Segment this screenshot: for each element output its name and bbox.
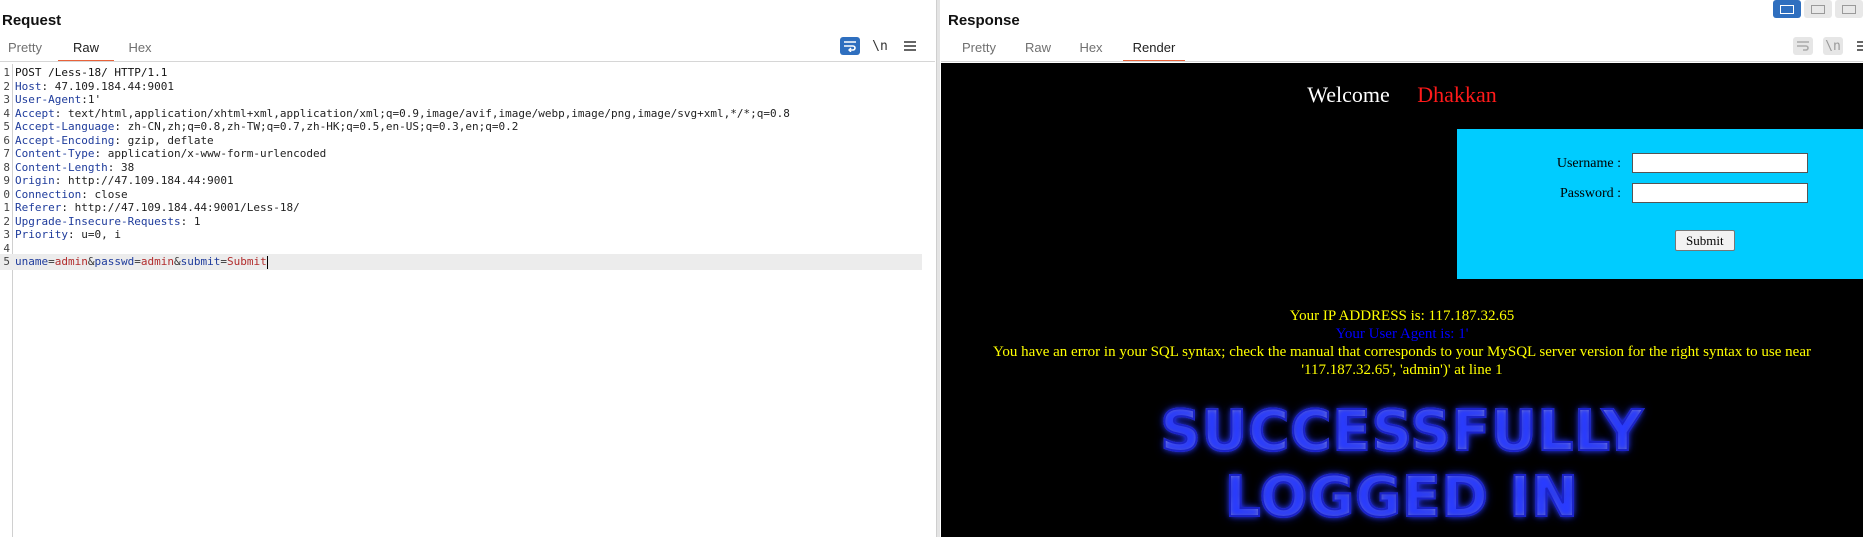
header-name: Accept	[15, 106, 55, 120]
tabbed-layout-icon[interactable]	[1835, 0, 1863, 18]
response-pane: Response Pretty Raw Hex Render \n Welcom…	[941, 0, 1863, 537]
param-value: admin	[140, 255, 174, 268]
user-agent-text: Your User Agent is: 1'	[1335, 326, 1469, 342]
param-separator: &	[87, 255, 95, 268]
header-value: zh-CN,zh;q=0.8,zh-TW;q=0.7,zh-HK;q=0.5,e…	[120, 120, 519, 133]
header-colon: :	[114, 133, 121, 147]
password-label: Password :	[1559, 186, 1621, 201]
wrap-lines-icon[interactable]	[1793, 37, 1813, 55]
sql-error-text: You have an error in your SQL syntax; ch…	[992, 344, 1811, 378]
param-separator: &	[174, 255, 181, 268]
header-name: Connection	[15, 187, 82, 201]
header-name: Upgrade-Insecure-Requests	[15, 214, 181, 228]
header-value: close	[87, 187, 128, 201]
response-tabs: Pretty Raw Hex Render	[941, 36, 1185, 62]
newline-toggle-icon[interactable]: \n	[870, 37, 890, 55]
success-banner-line2: LOGGED IN	[1091, 464, 1713, 531]
header-name: Accept-Language	[15, 120, 115, 133]
header-value: 47.109.184.44:9001	[48, 79, 174, 93]
response-title: Response	[948, 12, 1020, 29]
tab-raw[interactable]: Raw	[58, 36, 114, 62]
stacked-layout-icon[interactable]	[1804, 0, 1832, 18]
wrap-lines-icon[interactable]	[840, 37, 860, 55]
header-colon: :	[81, 93, 88, 106]
request-editor[interactable]: 1 POST /Less-18/ HTTP/1.1 2 Host: 47.109.18…	[0, 64, 935, 537]
text-caret	[266, 255, 268, 269]
request-tabs: Pretty Raw Hex	[0, 36, 166, 62]
success-banner-line1: SUCCESSFULLY	[1091, 398, 1713, 465]
tab-pretty[interactable]: Pretty	[949, 36, 1009, 62]
hamburger-menu-icon[interactable]	[1853, 37, 1863, 55]
param-name: passwd	[94, 255, 135, 268]
param-equals: =	[48, 255, 55, 268]
request-pane: Request Pretty Raw Hex \n 1 POST /Less-18…	[0, 0, 935, 537]
request-tabs-divider	[0, 61, 935, 62]
header-colon: :	[114, 120, 121, 133]
ip-address-text: Your IP ADDRESS is: 117.187.32.65	[1289, 308, 1515, 324]
header-name: Accept-Encoding	[15, 133, 115, 147]
welcome-name: Dhakkan	[1417, 82, 1497, 107]
pane-split-handle[interactable]	[936, 0, 940, 537]
header-value: u=0, i	[74, 228, 121, 241]
side-by-side-layout-icon[interactable]	[1773, 0, 1801, 18]
welcome-heading: Welcome Dhakkan	[941, 82, 1863, 108]
username-input[interactable]	[1632, 153, 1808, 173]
success-banner: SUCCESSFULLY LOGGED IN	[1091, 398, 1713, 537]
header-value: text/html,application/xhtml+xml,applicat…	[61, 106, 790, 120]
line-content: uname=admin&passwd=admin&submit=Submit	[15, 254, 268, 270]
header-value: 1'	[87, 93, 102, 106]
hamburger-menu-icon[interactable]	[900, 37, 920, 55]
tab-hex[interactable]: Hex	[114, 36, 166, 62]
welcome-text: Welcome	[1307, 82, 1390, 107]
header-colon: :	[81, 187, 88, 201]
response-tabs-divider	[941, 61, 1863, 62]
header-colon: :	[61, 201, 68, 214]
header-value: 1	[187, 214, 201, 228]
response-toolbar: \n	[1793, 37, 1863, 55]
param-equals: =	[134, 255, 141, 268]
param-value: admin	[54, 255, 88, 268]
header-name: Origin	[15, 174, 55, 187]
header-name: Priority	[15, 228, 68, 241]
layout-switch	[1773, 0, 1863, 18]
tab-render[interactable]: Render	[1123, 36, 1185, 62]
header-value: http://47.109.184.44:9001/Less-18/	[67, 201, 300, 214]
password-row: Password :	[1457, 183, 1863, 205]
tab-hex[interactable]: Hex	[1067, 36, 1115, 62]
header-value: http://47.109.184.44:9001	[61, 174, 234, 187]
header-value: 38	[114, 160, 135, 174]
code-line[interactable]: 5 uname=admin&passwd=admin&submit=Submit	[0, 254, 922, 270]
password-input[interactable]	[1632, 183, 1808, 203]
username-row: Username :	[1457, 153, 1863, 175]
tab-raw[interactable]: Raw	[1009, 36, 1067, 62]
request-toolbar: \n	[840, 37, 920, 55]
login-form: Username : Password : Submit	[1457, 129, 1863, 279]
header-name: Referer	[15, 201, 62, 214]
tab-pretty[interactable]: Pretty	[0, 36, 58, 62]
request-title: Request	[2, 12, 62, 29]
submit-button[interactable]: Submit	[1675, 230, 1735, 251]
line-number: 5	[3, 255, 10, 268]
header-value: application/x-www-form-urlencoded	[101, 147, 327, 160]
param-equals: =	[220, 255, 227, 268]
header-name: User-Agent	[15, 93, 82, 106]
header-name: Content-Type	[15, 147, 95, 160]
username-label: Username :	[1556, 156, 1621, 171]
newline-toggle-icon[interactable]: \n	[1823, 37, 1843, 55]
param-name: submit	[180, 255, 221, 268]
param-name: uname	[15, 255, 49, 268]
result-messages: Your IP ADDRESS is: 117.187.32.65 Your U…	[941, 307, 1863, 379]
header-name: Host	[15, 79, 42, 93]
param-value: Submit	[227, 255, 267, 268]
rendered-page: Welcome Dhakkan Username : Password : Su…	[941, 63, 1863, 537]
header-value: gzip, deflate	[120, 133, 214, 147]
header-name: Content-Length	[15, 160, 108, 174]
header-colon: :	[67, 228, 75, 241]
